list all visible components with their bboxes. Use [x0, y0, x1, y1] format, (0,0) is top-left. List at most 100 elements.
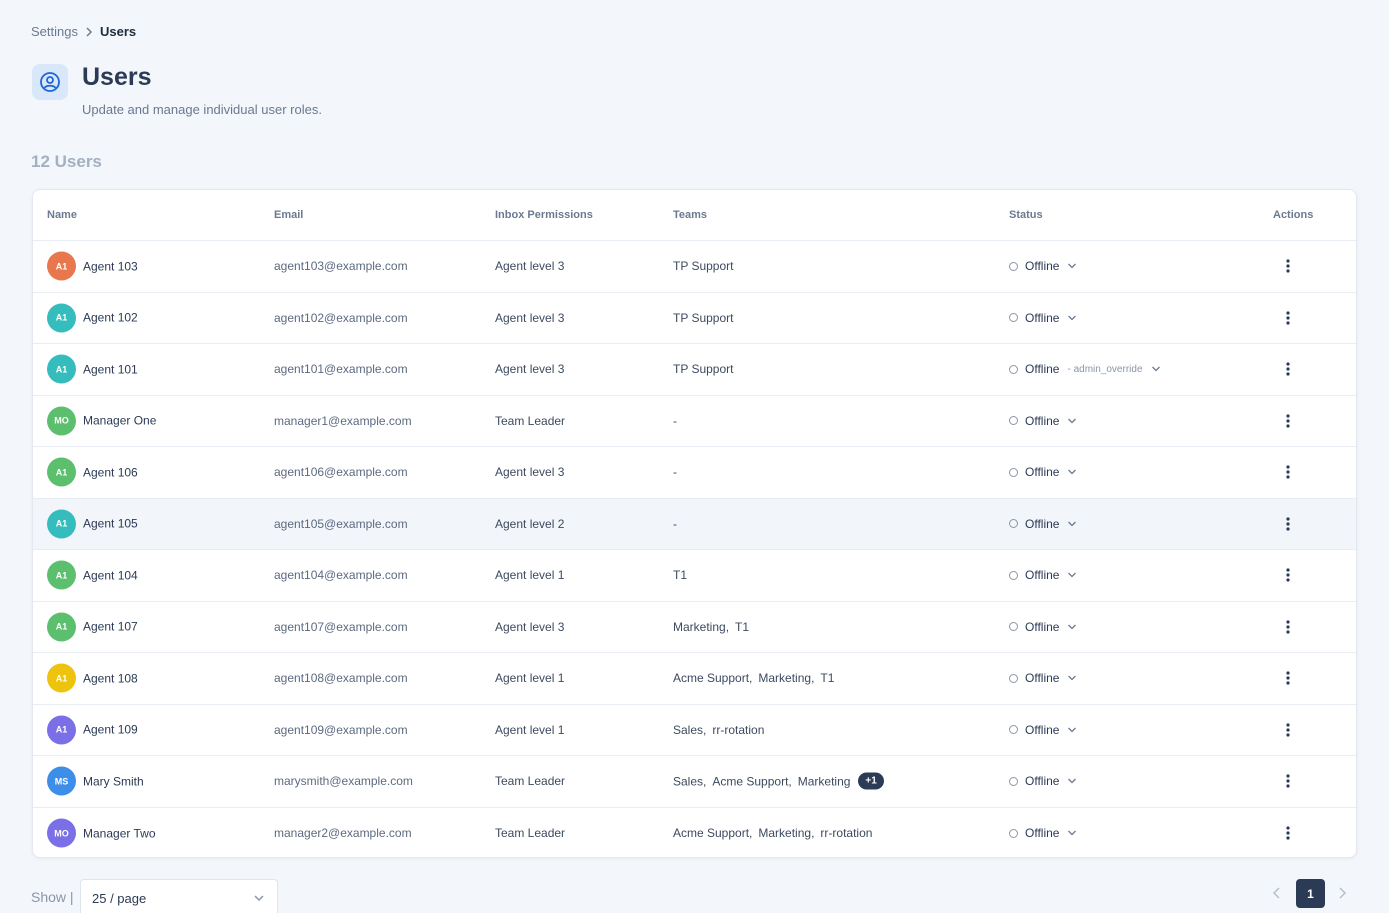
status-label: Offline — [1025, 774, 1060, 789]
more-vertical-icon — [1279, 257, 1297, 275]
more-vertical-icon — [1279, 515, 1297, 533]
users-count: 12 Users — [31, 152, 102, 171]
chevron-right-icon[interactable] — [1335, 884, 1349, 907]
chevron-down-icon — [1067, 467, 1077, 477]
row-actions-button[interactable] — [1279, 721, 1297, 739]
row-actions-button[interactable] — [1279, 257, 1297, 275]
user-email: agent106@example.com — [274, 465, 408, 480]
avatar: A1 — [47, 715, 76, 745]
status-dropdown[interactable]: Offline — [1009, 568, 1077, 582]
user-name: Agent 102 — [83, 310, 138, 325]
user-name-cell: A1 Agent 102 — [47, 303, 138, 333]
user-email: agent101@example.com — [274, 362, 408, 377]
status-dropdown[interactable]: Offline — [1009, 414, 1077, 428]
table-row[interactable]: A1 Agent 107 agent107@example.com Agent … — [33, 602, 1356, 653]
pagination-current-page[interactable]: 1 — [1296, 879, 1325, 908]
table-row[interactable]: A1 Agent 106 agent106@example.com Agent … — [33, 447, 1356, 499]
table-row[interactable]: A1 Agent 108 agent108@example.com Agent … — [33, 653, 1356, 705]
row-actions-button[interactable] — [1279, 669, 1297, 687]
avatar: MO — [47, 406, 76, 436]
table-row[interactable]: MO Manager One manager1@example.com Team… — [33, 396, 1356, 447]
status-dropdown[interactable]: Offline — [1009, 723, 1077, 737]
table-header: Name Email Inbox Permissions Teams Statu… — [33, 190, 1356, 241]
more-vertical-icon — [1279, 360, 1297, 378]
user-permission: Agent level 3 — [495, 619, 565, 634]
status-offline-icon — [1009, 828, 1018, 838]
row-actions-button[interactable] — [1279, 309, 1297, 327]
user-name: Agent 103 — [83, 259, 138, 274]
team-tag: - — [673, 413, 677, 428]
user-permission: Agent level 1 — [495, 671, 565, 686]
team-tag: TP Support — [673, 259, 734, 274]
user-name: Agent 104 — [83, 568, 138, 583]
avatar: A1 — [47, 560, 76, 590]
user-email: agent105@example.com — [274, 516, 408, 531]
avatar: A1 — [47, 354, 76, 384]
user-teams: TP Support — [673, 259, 739, 273]
chevron-down-icon — [1067, 416, 1077, 426]
more-vertical-icon — [1279, 309, 1297, 327]
status-dropdown[interactable]: Offline — [1009, 311, 1077, 325]
row-actions-button[interactable] — [1279, 566, 1297, 584]
user-name: Manager One — [83, 413, 157, 428]
team-tag: Marketing, — [673, 619, 730, 634]
table-row[interactable]: A1 Agent 103 agent103@example.com Agent … — [33, 241, 1356, 293]
row-actions-button[interactable] — [1279, 463, 1297, 481]
team-tag: rr-rotation — [712, 722, 765, 737]
chevron-down-icon — [1151, 364, 1161, 374]
team-tag: T1 — [820, 671, 835, 686]
user-email: agent108@example.com — [274, 671, 408, 686]
team-tag: T1 — [673, 568, 688, 583]
table-row[interactable]: A1 Agent 104 agent104@example.com Agent … — [33, 550, 1356, 602]
team-tag: T1 — [735, 619, 750, 634]
status-dropdown[interactable]: Offline — [1009, 774, 1077, 788]
status-offline-icon — [1009, 416, 1018, 426]
status-offline-icon — [1009, 313, 1018, 323]
status-dropdown[interactable]: Offline — [1009, 620, 1077, 634]
avatar: A1 — [47, 509, 76, 539]
breadcrumb-current: Users — [99, 24, 137, 39]
user-teams: - — [673, 517, 683, 531]
row-actions-button[interactable] — [1279, 412, 1297, 430]
team-tag: Acme Support, — [712, 774, 792, 789]
status-dropdown[interactable]: Offline - admin_override — [1009, 362, 1161, 376]
more-vertical-icon — [1279, 721, 1297, 739]
table-row[interactable]: A1 Agent 109 agent109@example.com Agent … — [33, 705, 1356, 756]
status-dropdown[interactable]: Offline — [1009, 259, 1077, 273]
table-row[interactable]: A1 Agent 101 agent101@example.com Agent … — [33, 344, 1356, 396]
status-offline-icon — [1009, 673, 1018, 683]
chevron-left-icon[interactable] — [1270, 884, 1284, 907]
page-size-select[interactable]: 25 / page — [80, 879, 278, 913]
breadcrumb-settings-link[interactable]: Settings — [31, 24, 78, 39]
team-tag: Sales, — [673, 774, 707, 789]
status-dropdown[interactable]: Offline — [1009, 826, 1077, 840]
more-teams-badge[interactable]: +1 — [858, 772, 884, 790]
user-name-cell: A1 Agent 109 — [47, 715, 138, 745]
row-actions-button[interactable] — [1279, 772, 1297, 790]
user-name: Agent 105 — [83, 516, 138, 531]
user-email: agent102@example.com — [274, 310, 408, 325]
table-row[interactable]: A1 Agent 102 agent102@example.com Agent … — [33, 293, 1356, 344]
user-teams: T1 — [673, 568, 693, 582]
user-name-cell: MO Manager Two — [47, 818, 156, 848]
status-dropdown[interactable]: Offline — [1009, 671, 1077, 685]
row-actions-button[interactable] — [1279, 618, 1297, 636]
chevron-down-icon — [1067, 673, 1077, 683]
table-body: A1 Agent 103 agent103@example.com Agent … — [33, 241, 1356, 858]
row-actions-button[interactable] — [1279, 360, 1297, 378]
page-size-value: 25 / page — [92, 890, 147, 906]
table-row[interactable]: MO Manager Two manager2@example.com Team… — [33, 808, 1356, 858]
user-teams: Marketing, T1 — [673, 620, 755, 634]
status-label: Offline — [1025, 413, 1060, 428]
table-row[interactable]: A1 Agent 105 agent105@example.com Agent … — [33, 498, 1356, 550]
row-actions-button[interactable] — [1279, 824, 1297, 842]
user-name: Agent 101 — [83, 362, 138, 377]
user-teams: Sales, Acme Support, Marketing +1 — [673, 772, 884, 790]
status-dropdown[interactable]: Offline — [1009, 465, 1077, 479]
row-actions-button[interactable] — [1279, 515, 1297, 533]
team-tag: Marketing, — [758, 826, 815, 841]
status-dropdown[interactable]: Offline — [1009, 517, 1077, 531]
table-row[interactable]: MS Mary Smith marysmith@example.com Team… — [33, 756, 1356, 808]
user-name-cell: A1 Agent 108 — [47, 663, 138, 693]
column-header-status: Status — [1009, 209, 1043, 221]
